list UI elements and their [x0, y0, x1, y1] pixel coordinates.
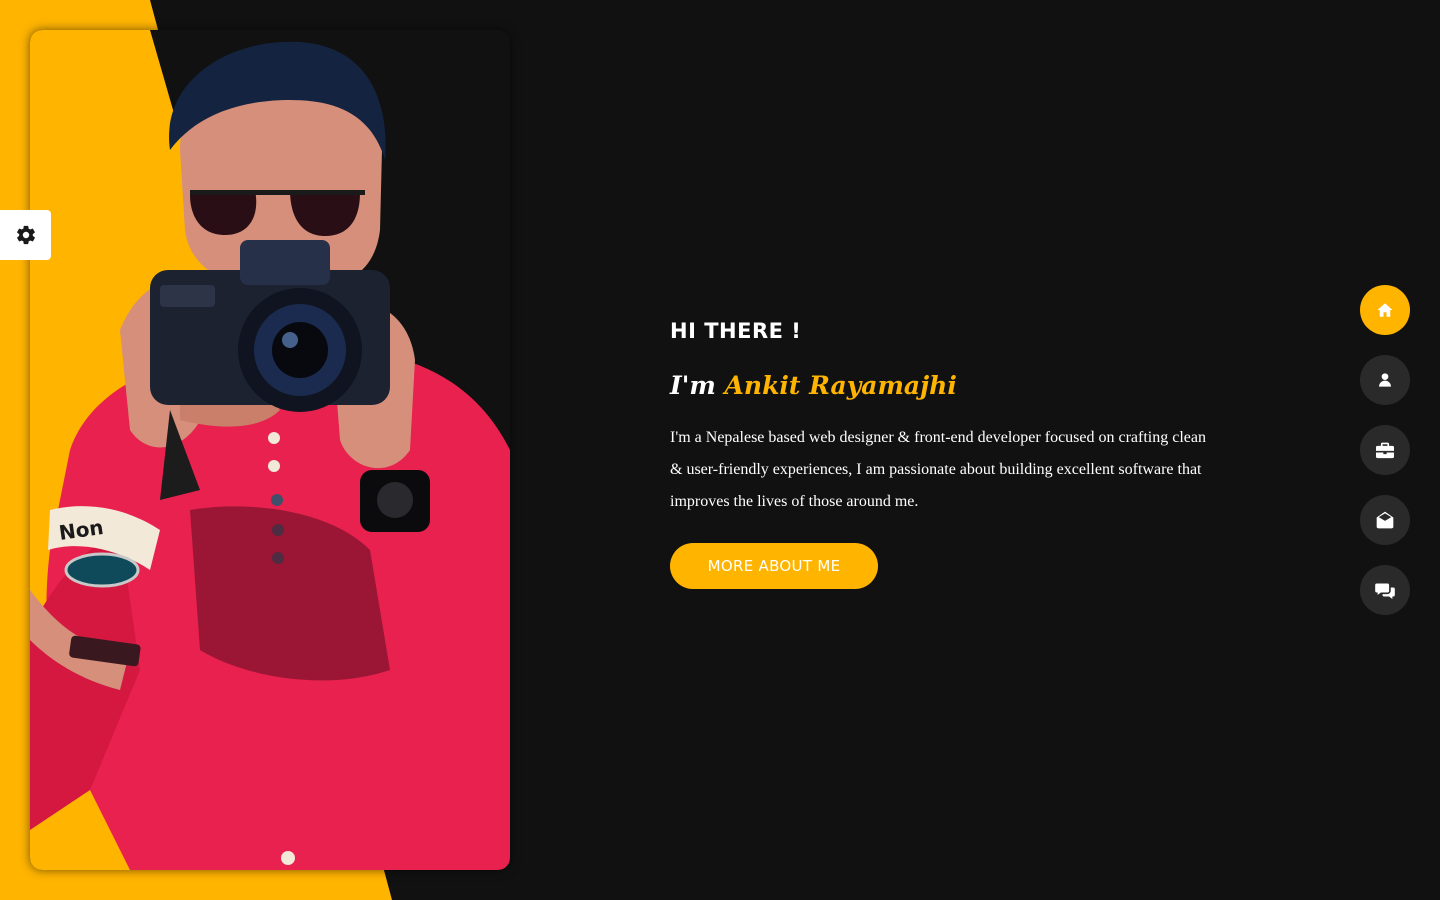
greeting-heading: HI THERE !: [670, 319, 802, 343]
photographer-illustration: Non: [30, 30, 510, 870]
home-icon: [1376, 301, 1394, 319]
intro-name: Ankit Rayamajhi: [724, 371, 957, 400]
nav-about-button[interactable]: [1360, 355, 1410, 405]
briefcase-icon: [1375, 441, 1395, 459]
envelope-open-icon: [1375, 510, 1395, 530]
gear-icon: [15, 224, 37, 246]
nav-home-button[interactable]: [1360, 285, 1410, 335]
settings-toggle-button[interactable]: [0, 210, 51, 260]
more-about-me-button[interactable]: MORE ABOUT ME: [670, 543, 878, 589]
intro-prefix: I'm: [670, 371, 716, 400]
profile-photo: Non: [30, 30, 510, 870]
nav-portfolio-button[interactable]: [1360, 425, 1410, 475]
section-nav: [1360, 285, 1410, 615]
hero-section: HI THERE ! I'm Ankit Rayamajhi I'm a Nep…: [670, 314, 1230, 589]
user-icon: [1377, 371, 1393, 389]
bio-text: I'm a Nepalese based web designer & fron…: [670, 429, 1206, 510]
intro-heading: I'm Ankit Rayamajhi: [670, 368, 1230, 404]
nav-blog-button[interactable]: [1360, 565, 1410, 615]
comments-icon: [1375, 581, 1395, 599]
nav-contact-button[interactable]: [1360, 495, 1410, 545]
